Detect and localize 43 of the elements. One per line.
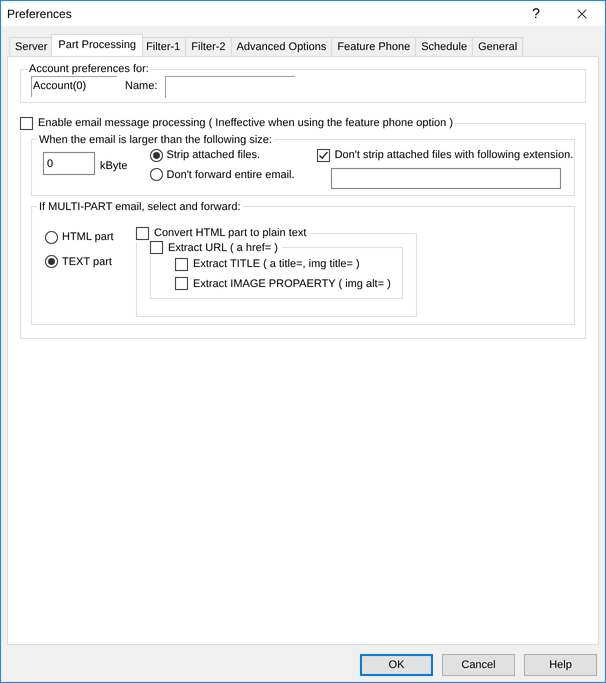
radio-button[interactable] [45, 255, 58, 268]
checkbox-label: Don't strip attached files with following extension. [334, 148, 574, 163]
tab[interactable]: Advanced Options [232, 37, 332, 56]
radio-label: Strip attached files. [166, 148, 260, 163]
name-field[interactable] [165, 76, 296, 98]
size-field[interactable]: 0 [43, 152, 95, 175]
checkbox-label: Extract TITLE ( a title=, img title= ) [193, 257, 360, 272]
group-label: When the email is larger than the following size: [38, 132, 273, 148]
dialog-button[interactable]: Cancel [442, 654, 515, 676]
checkbox-label: Enable email message processing ( Ineffective when using the feature phone option ) [38, 116, 453, 131]
tab[interactable]: Schedule [416, 37, 474, 56]
radio-label: TEXT part [62, 254, 112, 270]
radio-button[interactable] [150, 148, 163, 162]
checkbox-label: Extract IMAGE PROPAERTY ( img alt= ) [193, 276, 391, 292]
checkbox[interactable] [175, 258, 188, 271]
help-button[interactable]: ? [513, 1, 559, 26]
checkbox[interactable] [150, 241, 163, 254]
tab[interactable]: Filter-1 [141, 37, 186, 56]
tab[interactable]: Feature Phone [332, 37, 416, 56]
tab[interactable]: General [473, 37, 524, 56]
group-label: If MULTI-PART email, select and forward: [38, 200, 242, 214]
tab[interactable]: Part Processing [51, 34, 144, 56]
window-title: Preferences [7, 6, 73, 22]
checkbox[interactable] [136, 226, 149, 240]
group-label: Account preferences for: [28, 62, 150, 77]
unit-label: kByte [100, 159, 128, 174]
account-field: Account(0) [31, 76, 117, 97]
radio-label: Don't forward entire email. [166, 168, 295, 182]
checkbox[interactable] [20, 116, 33, 130]
checkbox-label: Extract URL ( a href= ) [168, 240, 278, 256]
tab[interactable]: Filter-2 [186, 37, 232, 56]
check-icon [318, 150, 329, 161]
dialog-button[interactable]: Help [524, 654, 597, 676]
checkbox[interactable] [316, 148, 330, 162]
checkbox-label: Convert HTML part to plain text [154, 226, 306, 241]
checkbox[interactable] [175, 277, 188, 290]
radio-button[interactable] [150, 168, 163, 182]
extension-field[interactable] [330, 168, 561, 188]
radio-button[interactable] [45, 230, 58, 244]
radio-label: HTML part [62, 230, 114, 245]
name-label: Name: [125, 79, 158, 94]
dialog-button[interactable]: OK [360, 654, 433, 676]
tab[interactable]: Server [9, 37, 54, 56]
